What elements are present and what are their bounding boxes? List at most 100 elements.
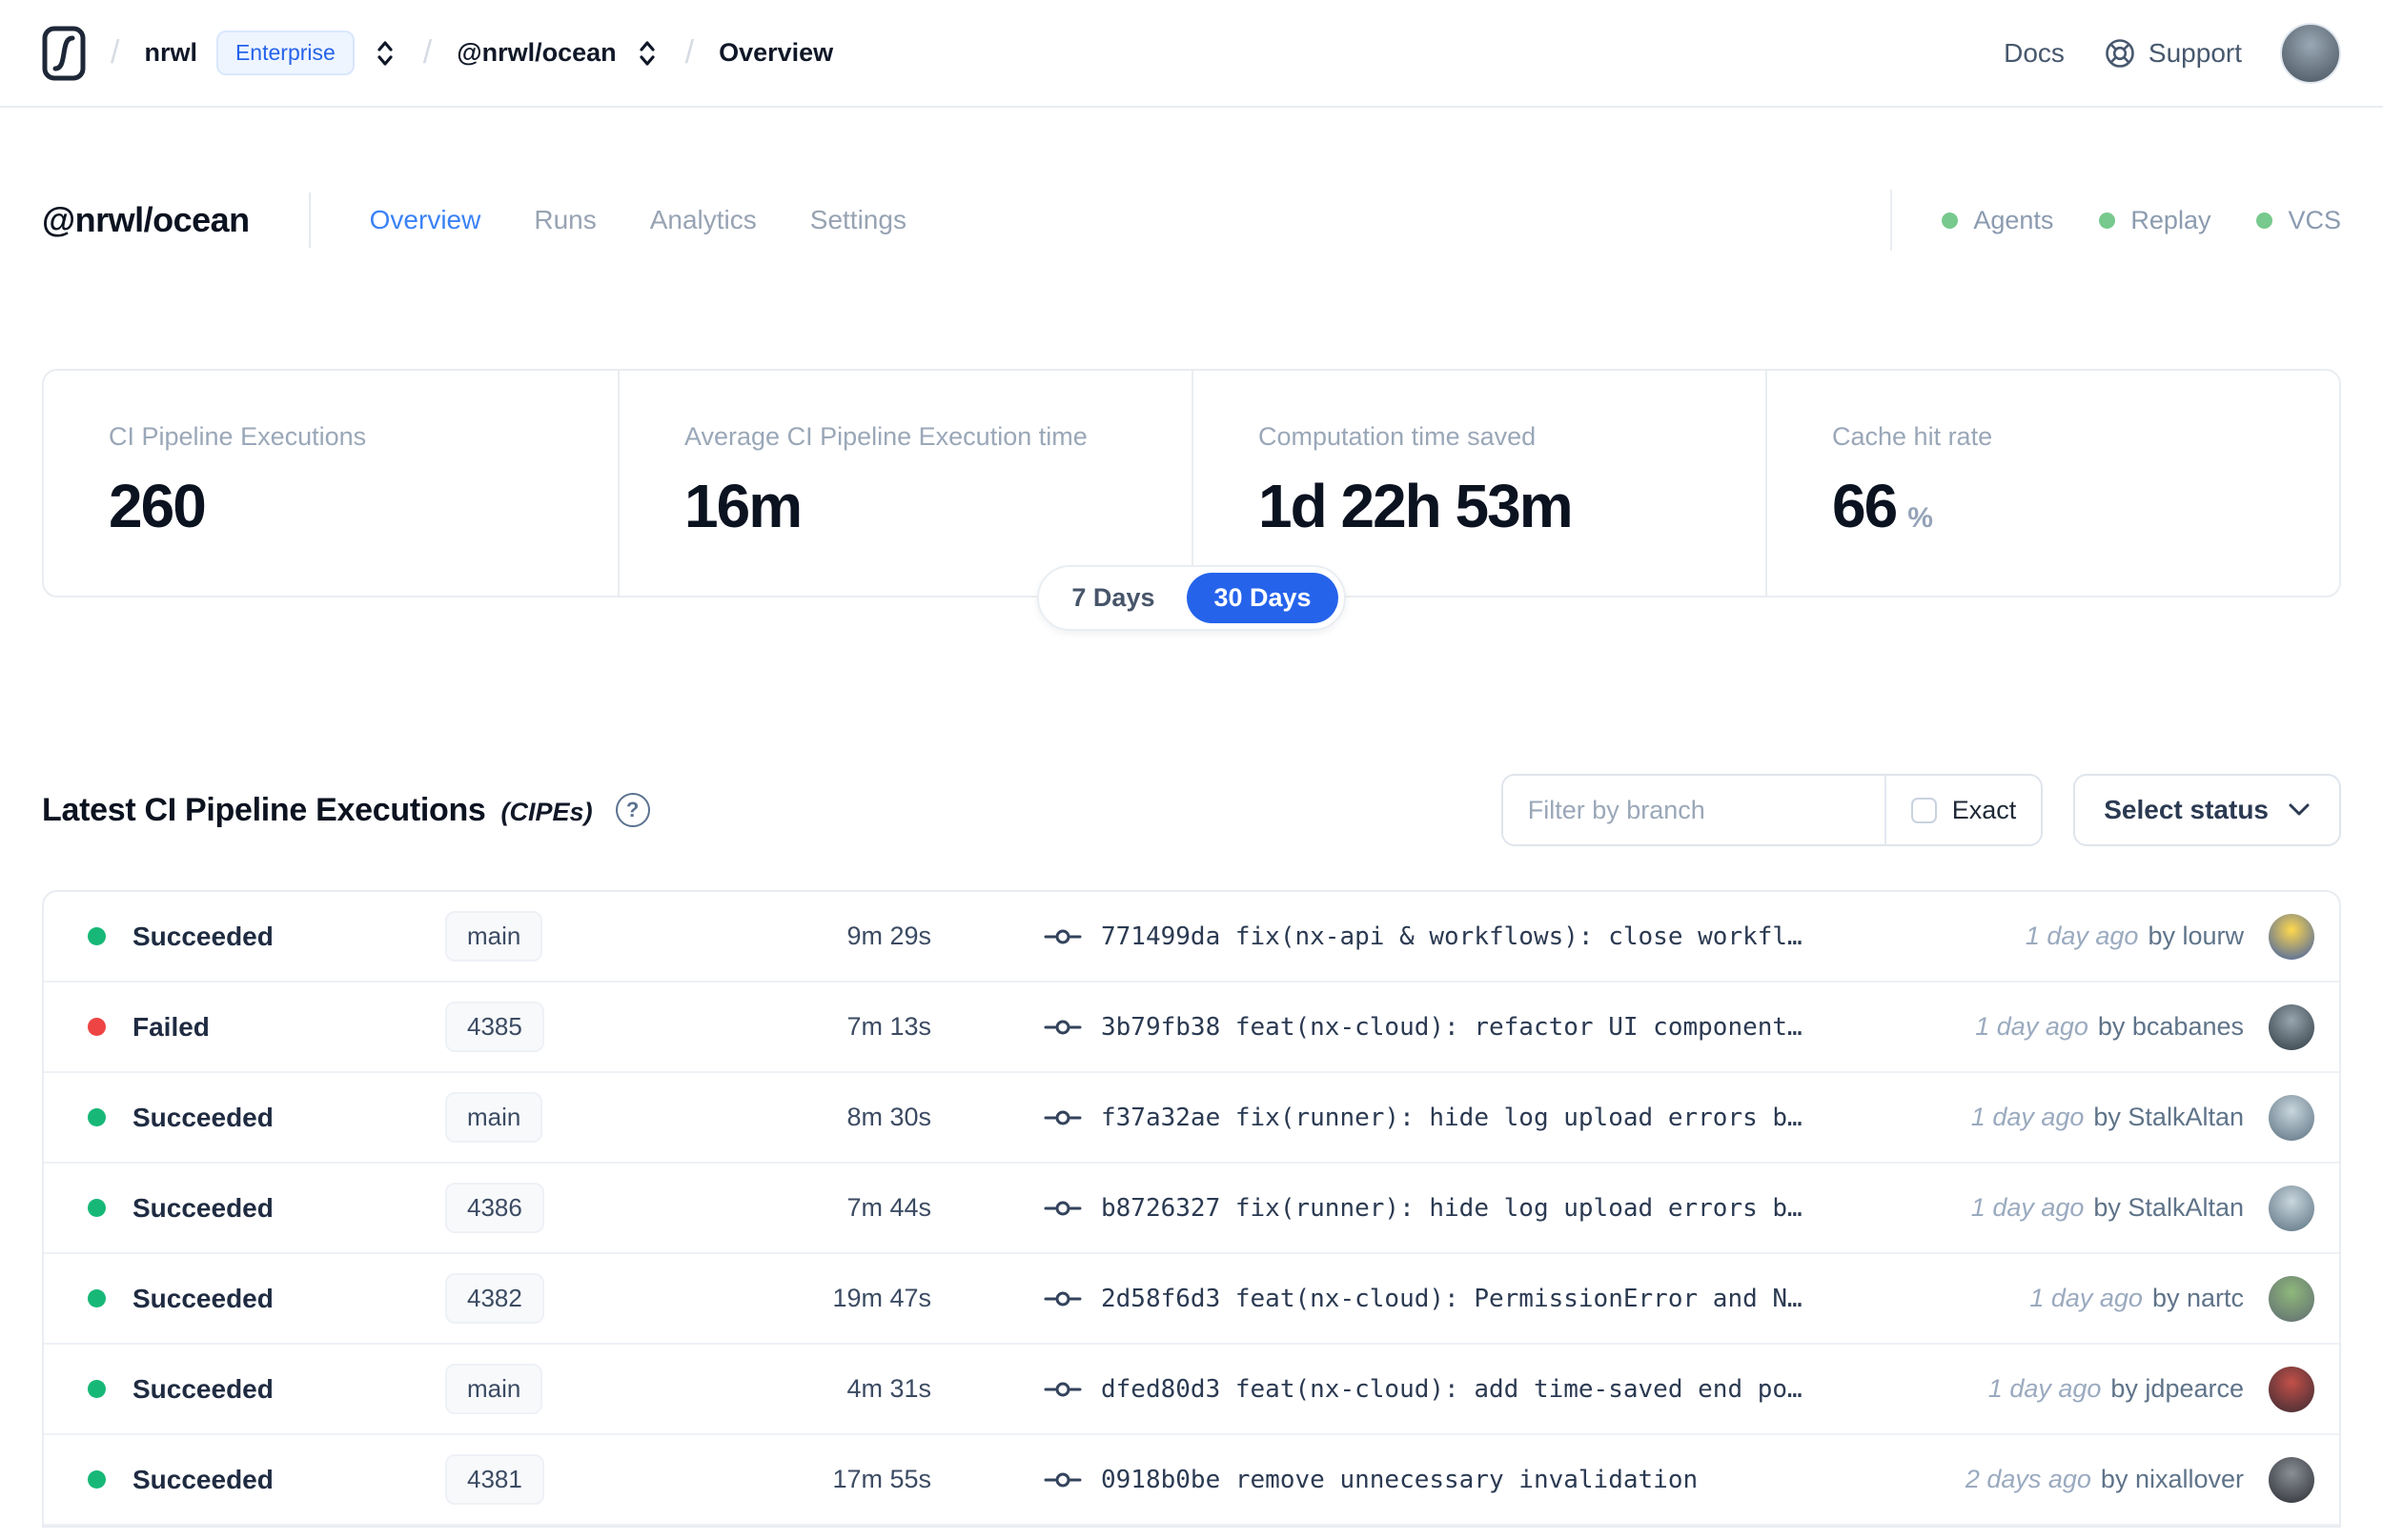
status-dot bbox=[88, 1380, 106, 1398]
duration: 19m 47s bbox=[832, 1284, 931, 1312]
commit-message[interactable]: f37a32ae fix(runner): hide log upload er… bbox=[1101, 1104, 1803, 1132]
workspace-header: @nrwl/ocean Overview Runs Analytics Sett… bbox=[0, 188, 2383, 253]
status-label: Succeeded bbox=[132, 1283, 274, 1313]
breadcrumb: / nrwl Enterprise / @nrwl/ocean / Overvi… bbox=[42, 26, 833, 81]
stat-card-cache-hit: Cache hit rate 66 % bbox=[1765, 371, 2339, 596]
branch-filter-input[interactable] bbox=[1502, 776, 1884, 844]
org-switcher-chevron-icon[interactable] bbox=[372, 38, 398, 69]
branch-badge[interactable]: 4386 bbox=[445, 1183, 544, 1233]
lifebuoy-icon bbox=[2103, 36, 2137, 71]
exact-checkbox[interactable] bbox=[1910, 797, 1937, 823]
commit-cell: dfed80d3 feat(nx-cloud): add time-saved … bbox=[1044, 1375, 1960, 1404]
duration: 8m 30s bbox=[846, 1103, 931, 1131]
status-cell: Failed bbox=[88, 1012, 445, 1043]
support-label: Support bbox=[2148, 37, 2242, 68]
commit-cell: 771499da fix(nx-api & workflows): close … bbox=[1044, 922, 1997, 951]
status-dot bbox=[88, 1199, 106, 1217]
tab-analytics[interactable]: Analytics bbox=[650, 205, 757, 235]
status-select[interactable]: Select status bbox=[2073, 774, 2341, 846]
cipes-header: Latest CI Pipeline Executions (CIPEs) ? … bbox=[0, 774, 2383, 846]
exact-label: Exact bbox=[1951, 795, 2017, 824]
stat-label: Average CI Pipeline Execution time bbox=[684, 422, 1088, 451]
nx-cloud-logo-icon[interactable] bbox=[42, 26, 86, 81]
commit-cell: b8726327 fix(runner): hide log upload er… bbox=[1044, 1194, 1943, 1223]
status-label: Succeeded bbox=[132, 1373, 274, 1404]
meta-cell: 1 day ago by nartc bbox=[2029, 1275, 2314, 1322]
cipe-row[interactable]: Succeeded main 8m 30s f37a32ae fix(runne… bbox=[44, 1073, 2339, 1164]
tab-settings[interactable]: Settings bbox=[810, 205, 906, 235]
tab-runs[interactable]: Runs bbox=[534, 205, 596, 235]
cipe-row[interactable]: Succeeded 4386 7m 44s b8726327 fix(runne… bbox=[44, 1164, 2339, 1254]
cipe-row[interactable]: Succeeded main 4m 31s dfed80d3 feat(nx-c… bbox=[44, 1345, 2339, 1435]
range-7-days-button[interactable]: 7 Days bbox=[1045, 573, 1181, 623]
time-ago: 1 day ago bbox=[2029, 1284, 2143, 1312]
stat-label: CI Pipeline Executions bbox=[109, 422, 367, 451]
replay-status: Replay bbox=[2099, 206, 2210, 235]
git-commit-icon bbox=[1044, 924, 1082, 949]
breadcrumb-separator: / bbox=[111, 34, 120, 71]
branch-badge[interactable]: 4381 bbox=[445, 1454, 544, 1505]
cipe-row[interactable]: Failed 4385 7m 13s 3b79fb38 feat(nx-clou… bbox=[44, 983, 2339, 1073]
agents-status-dot bbox=[1942, 212, 1959, 229]
cipe-table: Succeeded main 9m 29s 771499da fix(nx-ap… bbox=[42, 890, 2341, 1528]
meta-cell: 1 day ago by StalkAltan bbox=[1971, 1185, 2314, 1231]
status-label: Succeeded bbox=[132, 1102, 274, 1132]
author: by bcabanes bbox=[2097, 1012, 2244, 1041]
branch-filter-group: Exact bbox=[1500, 774, 2044, 846]
stat-card-time-saved: Computation time saved 1d 22h 53m bbox=[1192, 371, 1765, 596]
stat-label: Cache hit rate bbox=[1832, 422, 1993, 451]
status-cell: Succeeded bbox=[88, 922, 445, 952]
commit-message[interactable]: dfed80d3 feat(nx-cloud): add time-saved … bbox=[1101, 1375, 1803, 1404]
support-link[interactable]: Support bbox=[2103, 36, 2242, 71]
topbar: / nrwl Enterprise / @nrwl/ocean / Overvi… bbox=[0, 0, 2383, 108]
status-label: Succeeded bbox=[132, 921, 274, 951]
branch-cell: 4381 bbox=[445, 1454, 688, 1505]
help-icon[interactable]: ? bbox=[615, 793, 650, 827]
time-ago: 1 day ago bbox=[1975, 1012, 2088, 1041]
author: by StalkAltan bbox=[2093, 1103, 2244, 1131]
meta-cell: 1 day ago by lourw bbox=[2026, 913, 2314, 960]
divider bbox=[1890, 190, 1893, 251]
workspace-tabs: Overview Runs Analytics Settings bbox=[370, 205, 906, 235]
stats-cards: CI Pipeline Executions 260 Average CI Pi… bbox=[42, 369, 2341, 598]
author: by StalkAltan bbox=[2093, 1193, 2244, 1222]
workspace-title: @nrwl/ocean bbox=[42, 200, 250, 239]
branch-badge[interactable]: main bbox=[445, 1364, 543, 1414]
branch-badge[interactable]: main bbox=[445, 1092, 543, 1143]
commit-message[interactable]: 771499da fix(nx-api & workflows): close … bbox=[1101, 922, 1803, 951]
cipes-title: Latest CI Pipeline Executions bbox=[42, 791, 486, 828]
breadcrumb-workspace[interactable]: @nrwl/ocean bbox=[457, 38, 616, 68]
branch-cell: 4385 bbox=[445, 1002, 688, 1052]
cipe-row[interactable]: Succeeded main 9m 29s 771499da fix(nx-ap… bbox=[44, 892, 2339, 983]
status-cell: Succeeded bbox=[88, 1374, 445, 1405]
user-avatar[interactable] bbox=[2280, 22, 2341, 84]
stat-label: Computation time saved bbox=[1258, 422, 1537, 451]
commit-cell: f37a32ae fix(runner): hide log upload er… bbox=[1044, 1104, 1943, 1132]
commit-message[interactable]: 3b79fb38 feat(nx-cloud): refactor UI com… bbox=[1101, 1013, 1803, 1042]
status-dot bbox=[88, 1108, 106, 1126]
commit-cell: 2d58f6d3 feat(nx-cloud): PermissionError… bbox=[1044, 1285, 2001, 1313]
breadcrumb-org[interactable]: nrwl bbox=[144, 38, 197, 68]
stat-value: 260 bbox=[109, 472, 207, 540]
cipe-row[interactable]: Succeeded 4382 19m 47s 2d58f6d3 feat(nx-… bbox=[44, 1254, 2339, 1345]
exact-toggle[interactable]: Exact bbox=[1884, 776, 2042, 844]
author-avatar bbox=[2269, 1456, 2314, 1503]
author-avatar bbox=[2269, 913, 2314, 960]
commit-message[interactable]: b8726327 fix(runner): hide log upload er… bbox=[1101, 1194, 1803, 1223]
workspace-switcher-chevron-icon[interactable] bbox=[634, 38, 661, 69]
commit-message[interactable]: 0918b0be remove unnecessary invalidation bbox=[1101, 1466, 1698, 1494]
range-30-days-button[interactable]: 30 Days bbox=[1187, 573, 1338, 623]
divider bbox=[308, 192, 311, 248]
branch-cell: main bbox=[445, 1364, 688, 1414]
docs-link[interactable]: Docs bbox=[2004, 38, 2065, 69]
tab-overview[interactable]: Overview bbox=[370, 205, 481, 235]
date-range-toggle: 7 Days 30 Days bbox=[1037, 565, 1346, 631]
author-avatar bbox=[2269, 1185, 2314, 1231]
branch-badge[interactable]: 4385 bbox=[445, 1002, 544, 1052]
branch-badge[interactable]: main bbox=[445, 911, 543, 962]
replay-status-label: Replay bbox=[2130, 205, 2211, 234]
cipe-row[interactable]: Succeeded 4381 17m 55s 0918b0be remove u… bbox=[44, 1435, 2339, 1526]
branch-badge[interactable]: 4382 bbox=[445, 1273, 544, 1324]
git-commit-icon bbox=[1044, 1377, 1082, 1402]
commit-message[interactable]: 2d58f6d3 feat(nx-cloud): PermissionError… bbox=[1101, 1285, 1803, 1313]
